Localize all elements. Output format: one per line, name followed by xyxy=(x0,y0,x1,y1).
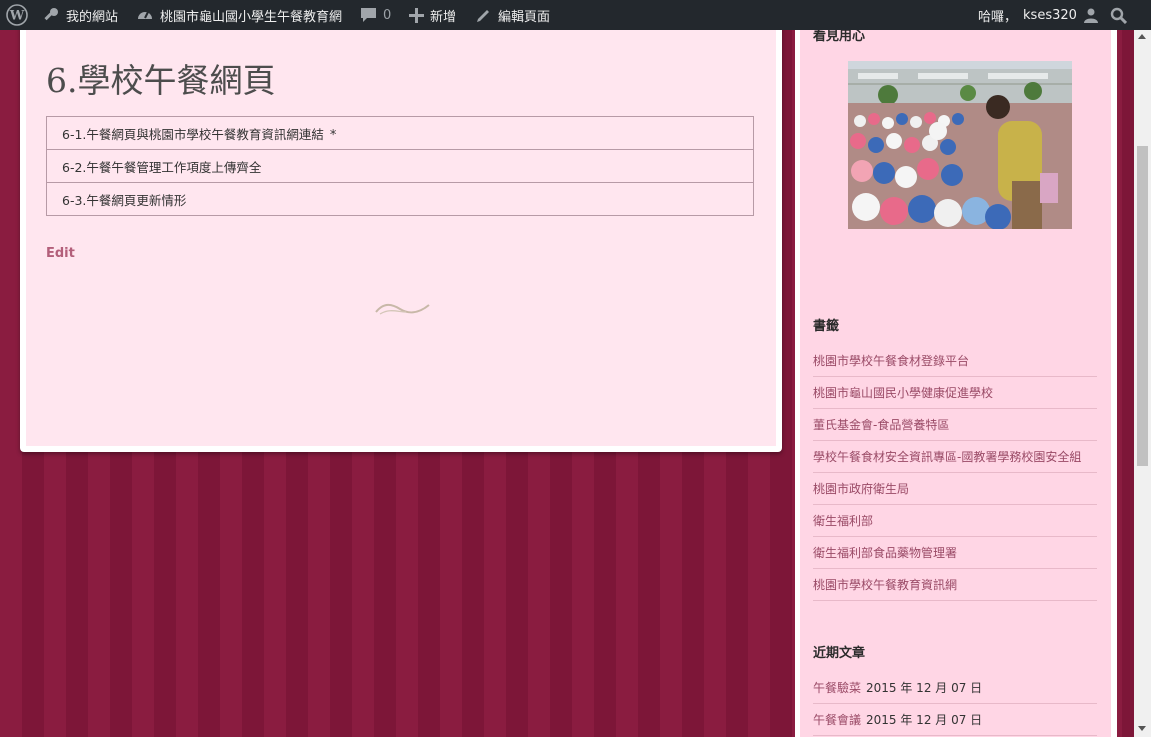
account-menu[interactable]: 哈囉， kses320 xyxy=(978,0,1099,30)
content-card: 6.學校午餐網頁 6-1.午餐網頁與桃園市學校午餐教育資訊網連結 * 6-2.午餐… xyxy=(20,18,782,452)
page-links-table: 6-1.午餐網頁與桃園市學校午餐教育資訊網連結 * 6-2.午餐午餐管理工作項度上… xyxy=(46,116,754,216)
list-item[interactable]: 學校午餐食材安全資訊專區-國教署學務校園安全組 xyxy=(813,441,1097,473)
table-row: 6-3.午餐網頁更新情形 xyxy=(46,182,754,216)
page-title: 6.學校午餐網頁 xyxy=(46,61,276,100)
table-row: 6-1.午餐網頁與桃園市學校午餐教育資訊網連結 * xyxy=(46,116,754,150)
sidebar-panel: 看見用心 書籤 桃園市學校午餐食材登錄平台 桃園市龜山國民小學健康促進學校 董氏… xyxy=(800,29,1111,737)
asterisk-mark: * xyxy=(329,127,337,143)
list-item[interactable]: 董氏基金會-食品營養特區 xyxy=(813,409,1097,441)
school-lunch-photo xyxy=(848,61,1072,229)
recent-posts-list: 午餐驗菜 2015 年 12 月 07 日 午餐會議 2015 年 12 月 0… xyxy=(813,672,1097,736)
bookmark-list: 桃園市學校午餐食材登錄平台 桃園市龜山國民小學健康促進學校 董氏基金會-食品營養… xyxy=(813,345,1097,601)
table-cell[interactable]: 6-1.午餐網頁與桃園市學校午餐教育資訊網連結 * xyxy=(46,116,754,150)
scroll-up-arrow-icon[interactable] xyxy=(1138,34,1146,39)
comments-count: 0 xyxy=(383,7,392,23)
new-label: 新增 xyxy=(430,9,457,25)
svg-text:W: W xyxy=(9,9,25,24)
search-button[interactable] xyxy=(1110,0,1127,30)
recent-post-link[interactable]: 午餐驗菜 xyxy=(813,679,861,696)
dashboard-icon xyxy=(136,6,154,24)
flourish-ornament xyxy=(374,300,432,322)
greeting-text: 哈囉， xyxy=(978,9,1018,25)
pencil-icon xyxy=(476,7,492,23)
widget-title-bookmarks: 書籤 xyxy=(813,319,840,334)
username: kses320 xyxy=(1023,7,1077,23)
recent-post-link[interactable]: 午餐會議 xyxy=(813,711,861,728)
my-sites-label: 我的網站 xyxy=(66,9,119,25)
table-cell[interactable]: 6-3.午餐網頁更新情形 xyxy=(46,182,754,216)
link-6-1[interactable]: 6-1.午餐網頁與桃園市學校午餐教育資訊網連結 xyxy=(62,127,324,142)
wordpress-icon: W xyxy=(6,4,28,26)
search-icon xyxy=(1110,7,1127,24)
my-sites-menu[interactable]: 我的網站 xyxy=(42,0,118,30)
table-row: 6-2.午餐午餐管理工作項度上傳齊全 xyxy=(46,149,754,183)
new-content-button[interactable]: 新增 xyxy=(409,0,456,30)
vertical-scrollbar[interactable] xyxy=(1134,30,1151,737)
wordpress-logo-button[interactable]: W xyxy=(6,0,28,30)
user-icon xyxy=(1083,7,1099,23)
widget-title-recent-posts: 近期文章 xyxy=(813,646,866,661)
recent-post-date: 2015 年 12 月 07 日 xyxy=(866,681,983,695)
list-item[interactable]: 衛生福利部 xyxy=(813,505,1097,537)
edit-page-label: 編輯頁面 xyxy=(498,9,551,25)
list-item[interactable]: 桃園市學校午餐教育資訊網 xyxy=(813,569,1097,601)
edit-link[interactable]: Edit xyxy=(46,246,75,261)
sidebar: 看見用心 書籤 桃園市學校午餐食材登錄平台 桃園市龜山國民小學健康促進學校 董氏… xyxy=(795,29,1117,737)
site-name-label: 桃園市龜山國小學生午餐教育網 xyxy=(160,9,343,25)
list-item[interactable]: 桃園市龜山國民小學健康促進學校 xyxy=(813,377,1097,409)
list-item[interactable]: 桃園市政府衛生局 xyxy=(813,473,1097,505)
link-6-3[interactable]: 6-3.午餐網頁更新情形 xyxy=(62,193,186,208)
content-area: 6.學校午餐網頁 6-1.午餐網頁與桃園市學校午餐教育資訊網連結 * 6-2.午餐… xyxy=(26,18,776,446)
scroll-thumb[interactable] xyxy=(1137,146,1148,466)
site-name-menu[interactable]: 桃園市龜山國小學生午餐教育網 xyxy=(136,0,342,30)
scroll-down-arrow-icon[interactable] xyxy=(1138,726,1146,731)
link-6-2[interactable]: 6-2.午餐午餐管理工作項度上傳齊全 xyxy=(62,160,261,175)
admin-bar: W 我的網站 桃園市龜山國小學生午餐教育網 0 新增 編輯頁面 哈囉， kses3… xyxy=(0,0,1151,30)
list-item: 午餐驗菜 2015 年 12 月 07 日 xyxy=(813,672,1097,704)
edit-page-button[interactable]: 編輯頁面 xyxy=(476,0,550,30)
list-item[interactable]: 衛生福利部食品藥物管理署 xyxy=(813,537,1097,569)
key-icon xyxy=(42,6,60,24)
table-cell[interactable]: 6-2.午餐午餐管理工作項度上傳齊全 xyxy=(46,149,754,183)
list-item[interactable]: 桃園市學校午餐食材登錄平台 xyxy=(813,345,1097,377)
comment-icon xyxy=(360,7,377,24)
recent-post-date: 2015 年 12 月 07 日 xyxy=(866,713,983,727)
list-item: 午餐會議 2015 年 12 月 07 日 xyxy=(813,704,1097,736)
plus-icon xyxy=(409,7,424,23)
comments-button[interactable]: 0 xyxy=(360,0,391,30)
